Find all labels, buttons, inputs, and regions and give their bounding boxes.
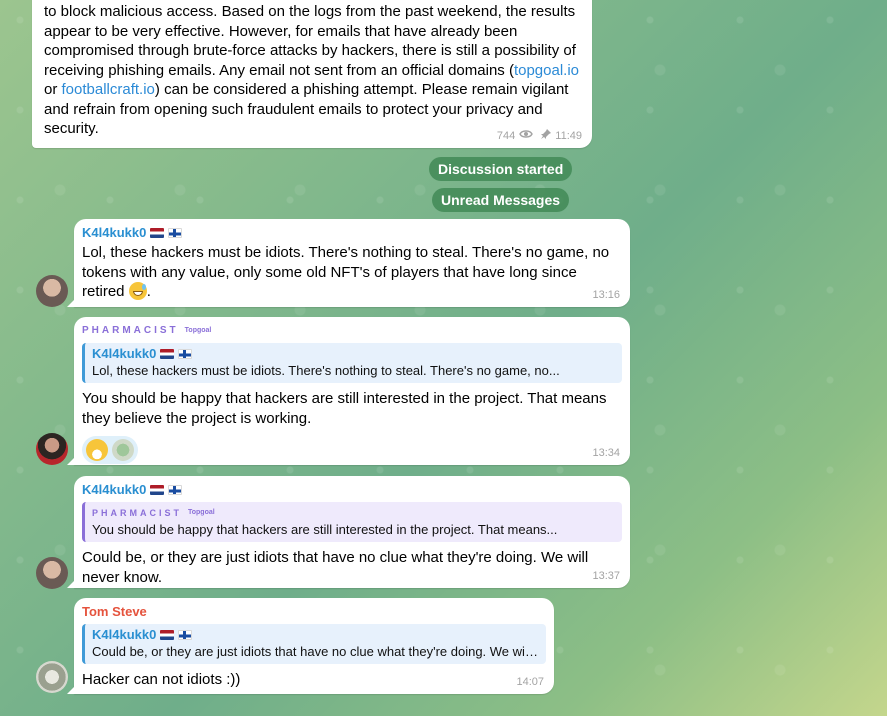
flag-finland-icon (168, 485, 183, 495)
flag-finland-icon (178, 349, 193, 359)
message-text-suffix: . (146, 283, 151, 300)
flag-finland-icon (168, 228, 183, 238)
topgoal-link[interactable]: topgoal.io (514, 62, 579, 79)
channel-post-bubble[interactable]: to block malicious access. Based on the … (32, 0, 592, 148)
sender-name-text: Tom Steve (82, 604, 147, 619)
message-time: 14:07 (516, 676, 544, 688)
sender-name[interactable]: PHARMACIST Topgoal (82, 323, 622, 339)
avatar[interactable] (36, 433, 68, 465)
reply-quote[interactable]: K4l4kukk0 Could be, or they are just idi… (82, 624, 546, 664)
reply-text: Could be, or they are just idiots that h… (92, 644, 539, 659)
sender-name[interactable]: Tom Steve (82, 604, 546, 620)
message-bubble[interactable]: K4l4kukk0 Lol, these hackers must be idi… (67, 219, 630, 307)
grinning-emoji[interactable] (86, 439, 108, 461)
flag-finland-icon (178, 630, 193, 640)
message-text: Could be, or they are just idiots that h… (82, 549, 589, 586)
discussion-started-label: Discussion started (429, 157, 573, 181)
post-text-part: or (44, 81, 62, 98)
message-time: 13:37 (592, 570, 620, 582)
sticker-emoji[interactable] (112, 439, 134, 461)
post-text-part: to block malicious access. Based on the … (44, 3, 576, 79)
sender-name[interactable]: K4l4kukk0 (82, 482, 622, 498)
pin-icon (541, 129, 552, 142)
flag-netherlands-icon (150, 228, 165, 238)
message-bubble[interactable]: Tom Steve K4l4kukk0 Could be, or they ar… (67, 598, 554, 694)
message-bubble[interactable]: K4l4kukk0 PHARMACIST Topgoal You should … (67, 476, 630, 588)
reactions-row[interactable] (82, 436, 138, 464)
reply-text: Lol, these hackers must be idiots. There… (92, 363, 560, 378)
reply-quote[interactable]: PHARMACIST Topgoal You should be happy t… (82, 502, 622, 542)
message-text: Hacker can not idiots :)) (82, 671, 241, 688)
flag-netherlands-icon (160, 349, 175, 359)
avatar[interactable] (36, 557, 68, 589)
reply-sender-text: K4l4kukk0 (92, 346, 157, 361)
channel-post-text: to block malicious access. Based on the … (44, 2, 586, 139)
post-meta: 744 11:49 (497, 129, 582, 142)
sender-name[interactable]: K4l4kukk0 (82, 225, 618, 241)
message-bubble[interactable]: PHARMACIST Topgoal K4l4kukk0 Lol, these … (67, 317, 630, 465)
reply-text: You should be happy that hackers are sti… (92, 522, 558, 537)
avatar[interactable] (36, 661, 68, 693)
reply-sender-text: PHARMACIST (92, 508, 182, 518)
flag-netherlands-icon (150, 485, 165, 495)
message-time: 13:34 (592, 447, 620, 459)
sender-name-text: K4l4kukk0 (82, 225, 147, 240)
eye-icon (519, 129, 534, 142)
avatar[interactable] (36, 275, 68, 307)
admin-tag: Topgoal (188, 509, 215, 516)
flag-netherlands-icon (160, 630, 175, 640)
reply-quote[interactable]: K4l4kukk0 Lol, these hackers must be idi… (82, 343, 622, 383)
unread-messages-label: Unread Messages (432, 188, 570, 212)
sender-name-text: PHARMACIST (82, 325, 179, 336)
sender-name-text: K4l4kukk0 (82, 482, 147, 497)
message-text: You should be happy that hackers are sti… (82, 390, 607, 427)
reply-sender-text: K4l4kukk0 (92, 627, 157, 642)
message-text-content: Lol, these hackers must be idiots. There… (82, 244, 610, 300)
views-count: 744 (496, 129, 516, 142)
reply-sender: PHARMACIST Topgoal (92, 505, 615, 521)
reply-sender: K4l4kukk0 (92, 627, 539, 643)
grinning-sweat-emoji (128, 282, 147, 300)
post-time: 11:49 (555, 129, 582, 142)
admin-tag: Topgoal (184, 327, 212, 334)
footballcraft-link[interactable]: footballcraft.io (62, 81, 155, 98)
message-text: Lol, these hackers must be idiots. There… (82, 243, 622, 302)
message-time: 13:16 (592, 289, 620, 301)
reply-sender: K4l4kukk0 (92, 346, 615, 362)
